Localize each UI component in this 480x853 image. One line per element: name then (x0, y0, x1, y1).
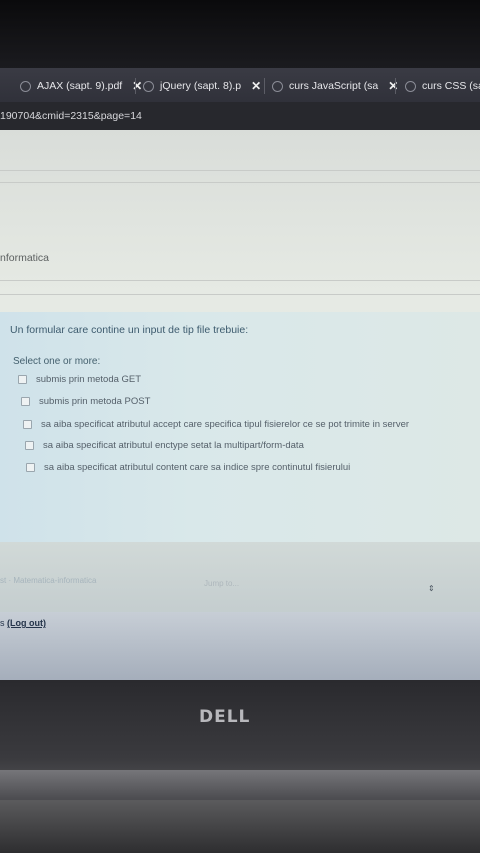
url-text[interactable]: 190704&cmid=2315&page=14 (0, 110, 142, 122)
login-info: s (Log out) (0, 618, 46, 628)
answer-option-post[interactable]: submis prin metoda POST (21, 396, 150, 407)
laptop-bezel-bottom (0, 680, 480, 853)
address-bar[interactable]: 190704&cmid=2315&page=14 (0, 102, 480, 130)
page-icon (272, 80, 283, 92)
option-label: submis prin metoda GET (36, 374, 142, 385)
select-arrows-icon[interactable]: ⇕ (428, 584, 435, 593)
answer-option-content[interactable]: sa aiba specificat atributul content car… (26, 462, 350, 473)
select-instruction: Select one or more: (13, 356, 101, 367)
option-label: submis prin metoda POST (39, 396, 151, 407)
answer-option-enctype[interactable]: sa aiba specificat atributul enctype set… (25, 440, 304, 451)
divider (0, 280, 480, 281)
close-icon[interactable]: ✕ (251, 79, 261, 93)
answer-checkbox[interactable] (25, 441, 34, 450)
page-content: nformatica Un formular care contine un i… (0, 130, 480, 680)
tab-divider (135, 78, 136, 94)
laptop-hinge (0, 770, 480, 800)
tab-ajax[interactable]: AJAX (sapt. 9).pdf ✕ (20, 74, 142, 98)
answer-checkbox[interactable] (23, 420, 32, 429)
tab-jquery[interactable]: jQuery (sapt. 8).p ✕ (143, 74, 261, 98)
option-label: sa aiba specificat atributul accept care… (41, 419, 410, 430)
answer-option-accept[interactable]: sa aiba specificat atributul accept care… (23, 419, 409, 430)
option-label: sa aiba specificat atributul enctype set… (43, 440, 304, 451)
laptop-bezel-top (0, 0, 480, 68)
tab-css[interactable]: curs CSS (sap (405, 74, 480, 98)
user-name: s (0, 618, 8, 628)
tab-label: AJAX (sapt. 9).pdf (37, 80, 123, 92)
login-info-bar: s (Log out) (0, 612, 480, 680)
question-box: Un formular care contine un input de tip… (0, 312, 480, 542)
page-icon (405, 80, 416, 92)
tab-divider (395, 78, 396, 94)
answer-option-get[interactable]: submis prin metoda GET (18, 374, 141, 385)
breadcrumb[interactable]: st · Matematica-informatica (0, 576, 96, 585)
dell-logo: DELL (199, 707, 251, 727)
divider (0, 170, 480, 171)
jump-to-select[interactable]: Jump to... (204, 579, 239, 588)
tab-label: curs JavaScript (sa (289, 80, 379, 92)
divider (0, 294, 480, 295)
page-icon (143, 80, 154, 92)
answer-checkbox[interactable] (26, 463, 35, 472)
option-label: sa aiba specificat atributul content car… (44, 462, 351, 473)
tab-label: curs CSS (sap (422, 80, 480, 92)
close-icon[interactable]: ✕ (132, 79, 142, 93)
tab-divider (264, 78, 265, 94)
logout-link[interactable]: (Log out) (7, 618, 46, 628)
page-icon (20, 80, 31, 92)
tab-label: jQuery (sapt. 8).p (160, 80, 242, 92)
answer-checkbox[interactable] (21, 397, 30, 406)
divider (0, 182, 480, 183)
answer-checkbox[interactable] (18, 375, 27, 384)
close-icon[interactable]: ✕ (388, 79, 398, 93)
course-title: nformatica (0, 252, 50, 264)
question-text: Un formular care contine un input de tip… (10, 324, 249, 336)
browser-tab-bar: AJAX (sapt. 9).pdf ✕ jQuery (sapt. 8).p … (0, 68, 480, 103)
tab-javascript[interactable]: curs JavaScript (sa ✕ (272, 74, 398, 98)
